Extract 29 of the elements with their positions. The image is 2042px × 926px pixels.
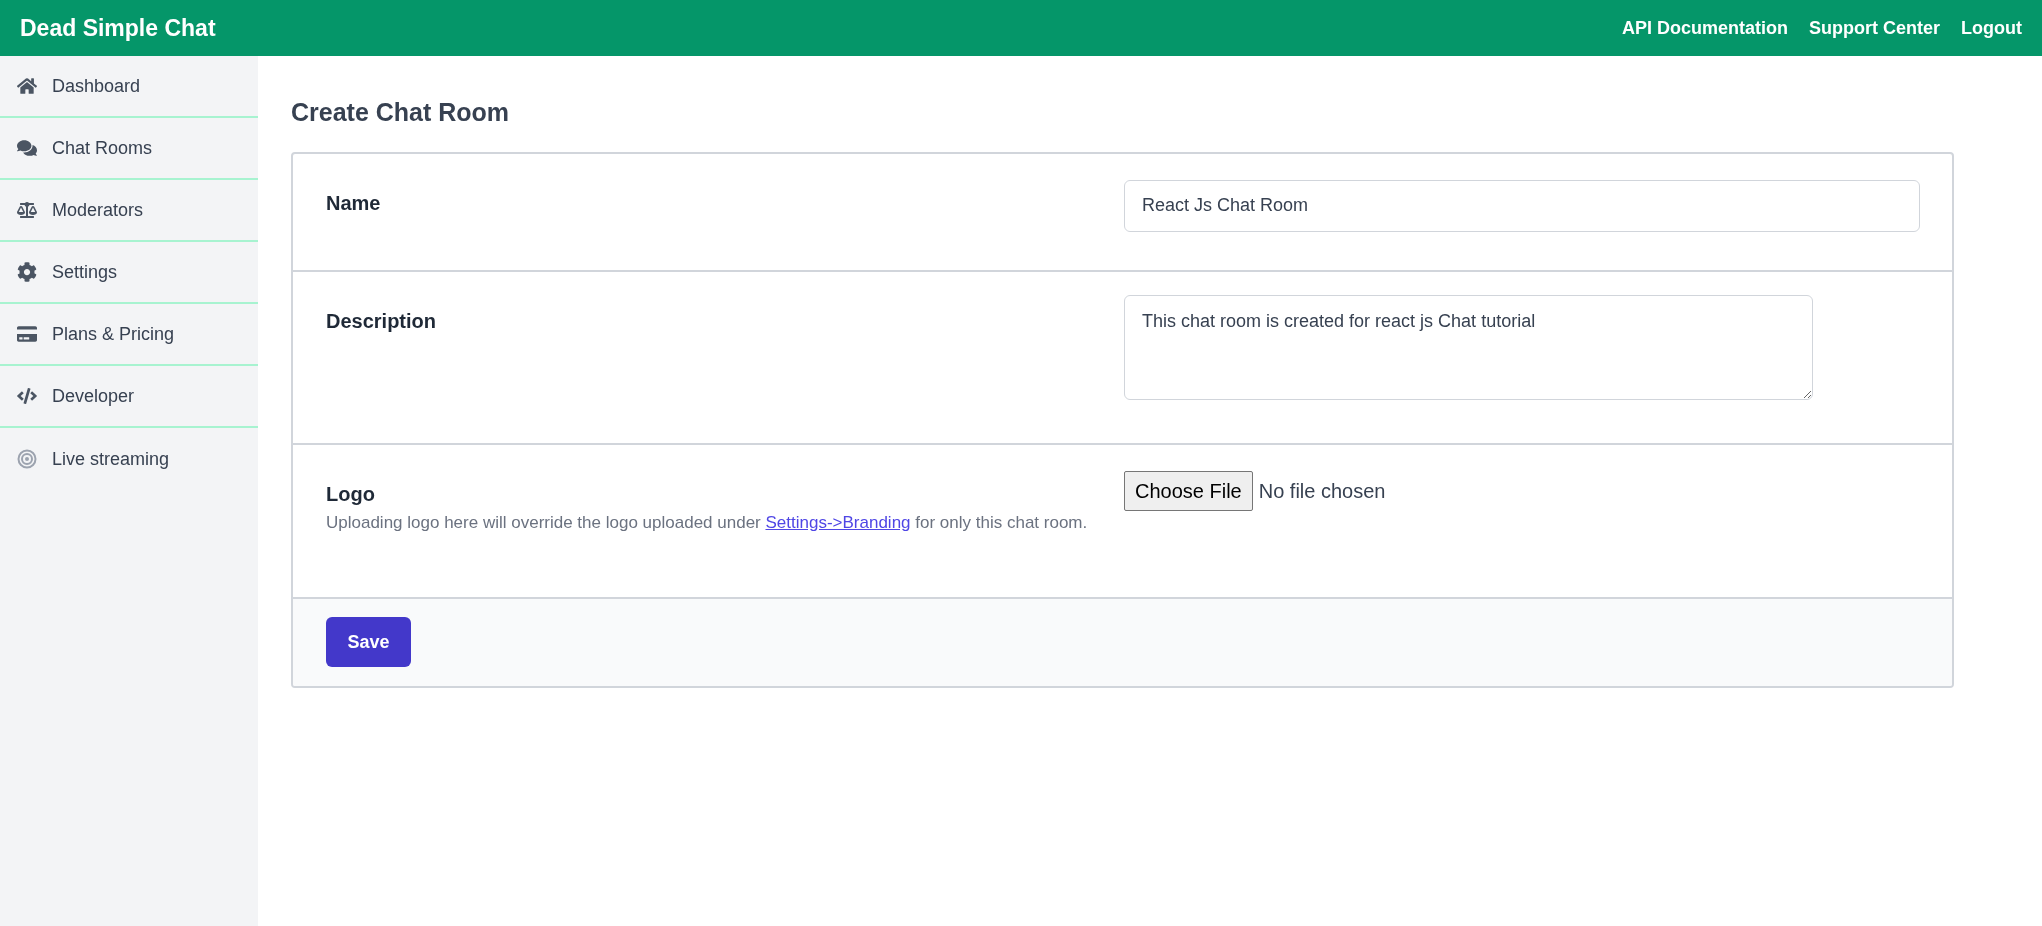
choose-file-button[interactable]: Choose File (1124, 470, 1253, 511)
branding-link[interactable]: Settings->Branding (765, 512, 911, 532)
credit-card-icon (17, 324, 37, 344)
sidebar-item[interactable]: Chat Rooms (0, 118, 258, 180)
chat-bubbles-icon (17, 138, 37, 158)
field-label: Logo (326, 481, 375, 507)
sidebar-item[interactable]: Live streaming (0, 428, 258, 490)
home-icon (17, 76, 37, 96)
brand-title: Dead Simple Chat (20, 13, 216, 43)
field-label: Name (326, 191, 381, 214)
logo-hint: Uploading logo here will override the logo uploaded under Settings->Branding for only this chat room. (326, 511, 1089, 534)
field-label: Description (326, 309, 437, 332)
save-button[interactable]: Save (326, 617, 411, 667)
balance-scale-icon (17, 200, 37, 220)
sidebar-item[interactable]: Plans & Pricing (0, 304, 258, 366)
sidebar-item[interactable]: Dashboard (0, 56, 258, 118)
sidebar-item[interactable]: Moderators (0, 180, 258, 242)
sidebar-item[interactable]: Developer (0, 366, 258, 428)
broadcast-icon (17, 449, 37, 469)
description-textarea[interactable]: This chat room is created for react js Chat tutorial (1124, 294, 1813, 400)
page-title: Create Chat Room (291, 97, 511, 128)
code-icon (17, 386, 37, 406)
header-link[interactable]: Support Center (1809, 14, 1940, 42)
name-input[interactable]: React Js Chat Room (1124, 179, 1920, 232)
file-status: No file chosen (1258, 478, 1386, 504)
sidebar-item[interactable]: Settings (0, 242, 258, 304)
header-link[interactable]: API Documentation (1622, 14, 1788, 42)
settings-icon (17, 262, 37, 282)
header-link[interactable]: Logout (1961, 14, 2022, 42)
